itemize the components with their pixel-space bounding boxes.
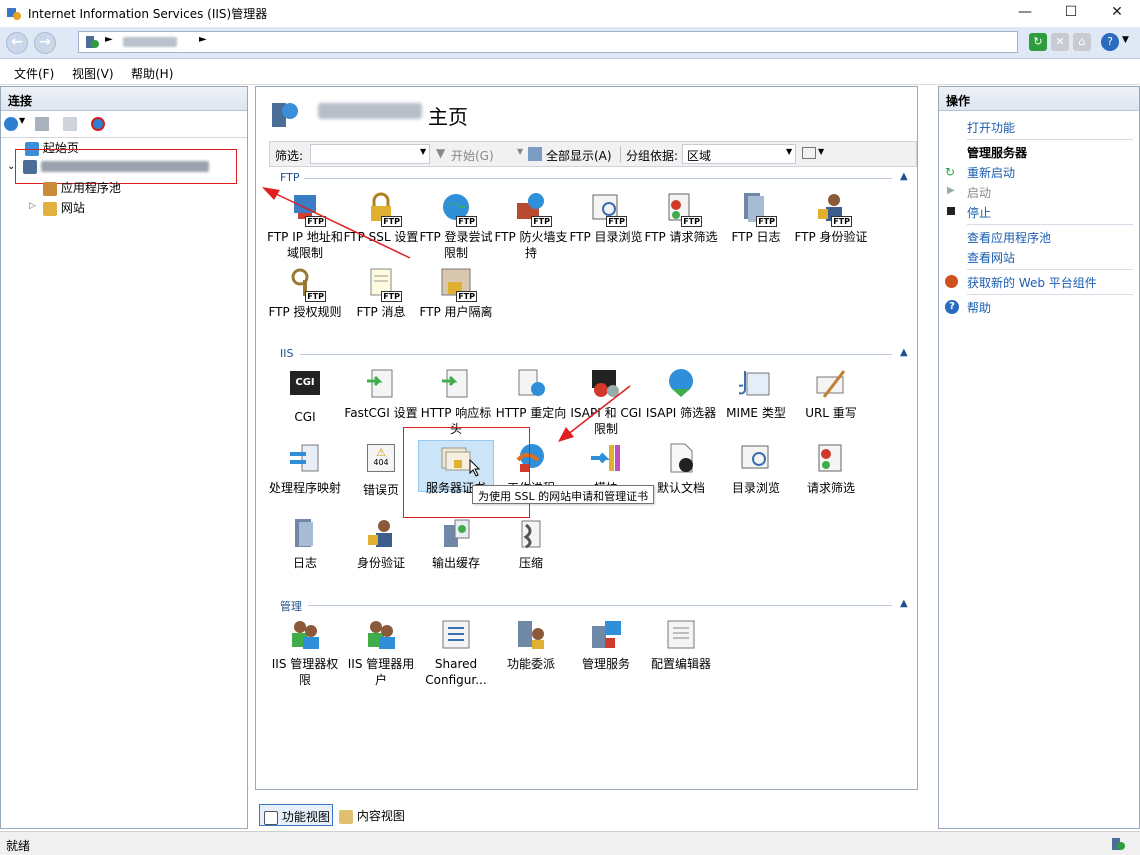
features-view-icon [264, 810, 278, 825]
status-text: 就绪 [6, 839, 31, 853]
action-separator [967, 139, 1133, 140]
help-icon: ? [945, 300, 959, 314]
action-view-sites[interactable]: 查看网站 [967, 249, 1015, 266]
action-separator [967, 269, 1133, 270]
stop-icon [947, 207, 955, 215]
action-restart[interactable]: 重新启动 [967, 164, 1015, 181]
start-icon: ▶ [947, 185, 955, 196]
web-platform-icon [945, 275, 958, 288]
view-tabs: 功能视图 内容视图 [259, 804, 459, 826]
action-view-app-pools[interactable]: 查看应用程序池 [967, 229, 1051, 246]
tab-content-view[interactable]: 内容视图 [337, 804, 413, 826]
actions-header: 操作 [939, 87, 1139, 111]
action-help[interactable]: 帮助 [967, 299, 991, 316]
status-bar: 就绪 [0, 831, 1140, 855]
action-separator [967, 224, 1133, 225]
restart-icon: ↻ [945, 165, 956, 179]
action-start[interactable]: 启动 [967, 184, 991, 201]
actions-pane: 操作 打开功能 管理服务器 ↻ 重新启动 ▶ 启动 停止 查看应用程序池 查看网… [938, 86, 1140, 829]
action-separator [967, 294, 1133, 295]
action-stop[interactable]: 停止 [967, 204, 991, 221]
manage-server-heading: 管理服务器 [967, 146, 1028, 160]
tab-features-view[interactable]: 功能视图 [259, 804, 333, 826]
tab-label: 内容视图 [356, 809, 405, 823]
action-get-components[interactable]: 获取新的 Web 平台组件 [967, 274, 1097, 291]
tab-label: 功能视图 [281, 810, 330, 824]
server-status-icon [1112, 838, 1125, 850]
content-view-icon [339, 809, 353, 824]
action-open-feature[interactable]: 打开功能 [967, 119, 1015, 136]
